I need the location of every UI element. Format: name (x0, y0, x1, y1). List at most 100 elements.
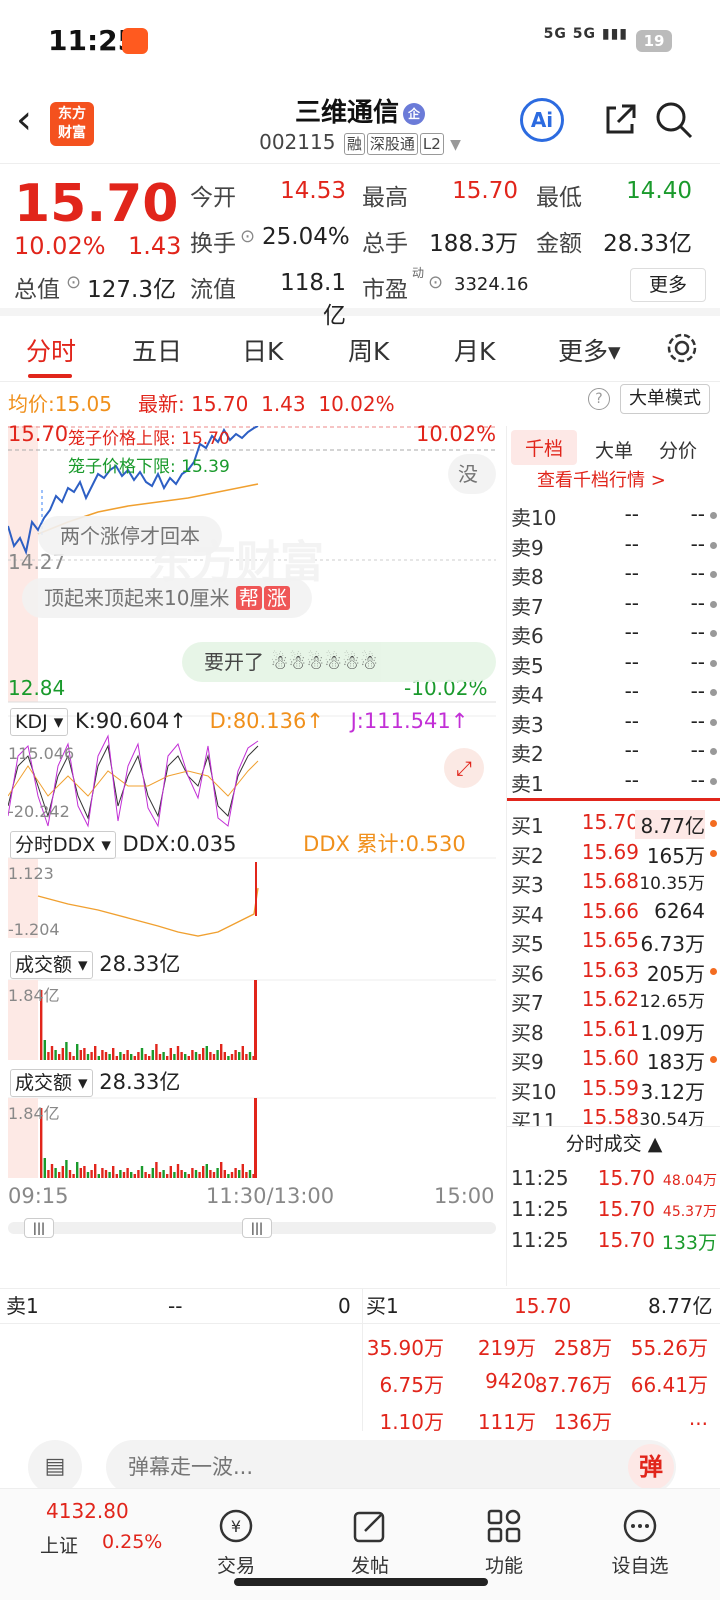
danmaku-input[interactable] (106, 1440, 676, 1494)
tab-monthly-k[interactable]: 月K (454, 332, 495, 368)
buy-level: 买10 (511, 1079, 557, 1104)
volume-bar (155, 1162, 158, 1178)
sell-row[interactable]: 卖10 -- -- (511, 502, 719, 532)
search-icon[interactable] (654, 100, 694, 140)
buy-row[interactable]: 买4 15.66 6264 (511, 899, 719, 929)
queue-volume: 35.90万 (366, 1336, 444, 1360)
volume-bar (162, 1170, 165, 1178)
info-icon[interactable]: ⊙ (66, 272, 81, 293)
chevron-down-icon[interactable]: ▼ (450, 137, 461, 153)
settings-gear-icon[interactable] (664, 330, 700, 366)
info-icon[interactable]: ⊙ (428, 272, 443, 293)
buy-row[interactable]: 买1 15.70 8.77亿 (511, 810, 719, 840)
tab-add-watchlist[interactable]: 设自选 (600, 1507, 680, 1578)
tab-price-dist[interactable]: 分价 (659, 436, 697, 463)
buy-row[interactable]: 买8 15.61 1.09万 (511, 1017, 719, 1047)
float-label: 流值 (190, 277, 236, 303)
more-button[interactable]: 更多 (630, 268, 706, 302)
sell-row[interactable]: 卖8 -- -- (511, 561, 719, 591)
buy-row[interactable]: 买7 15.62 12.65万 (511, 987, 719, 1017)
volume-value: 188.3万 (429, 231, 518, 257)
volume-bar (86, 1054, 90, 1060)
buy-row[interactable]: 买10 15.59 3.12万 (511, 1076, 719, 1106)
tab-more[interactable]: 更多▾ (558, 332, 621, 368)
danmaku-bubble[interactable]: 要开了 ☃☃☃☃☃☃ (182, 642, 496, 682)
sell-row[interactable]: 卖2 -- -- (511, 738, 719, 768)
tab-post[interactable]: 发帖 (330, 1507, 410, 1578)
volume-bar (169, 1048, 172, 1060)
tab-weekly-k[interactable]: 周K (348, 332, 389, 368)
volume-bar (50, 1046, 54, 1060)
volume-bar (97, 1056, 100, 1060)
buy-row[interactable]: 买5 15.65 6.73万 (511, 928, 719, 958)
low-value: 14.40 (626, 178, 692, 204)
big-order-mode-button[interactable]: 大单模式 (620, 384, 710, 414)
sell-volume: -- (690, 590, 705, 615)
queue-volume: 9420 (485, 1369, 536, 1393)
tab-intraday[interactable]: 分时 (26, 332, 76, 368)
volume-bar (184, 1172, 187, 1178)
tag-margin: 融 (343, 132, 365, 155)
buy-row[interactable]: 买2 15.69 165万 (511, 840, 719, 870)
expand-icon[interactable]: ⤢ (444, 748, 484, 788)
volume-bar (202, 1166, 205, 1178)
buy-volume: 8.77亿 (635, 810, 705, 839)
danmaku-bubble[interactable]: 两个涨停才回本 (38, 516, 222, 556)
ai-assistant-button[interactable]: Ai (520, 98, 564, 142)
sell-row[interactable]: 卖9 -- -- (511, 532, 719, 562)
tag-connect: 深股通 (366, 132, 418, 155)
kdj-selector[interactable]: KDJ ▾ (10, 708, 69, 736)
kdj-min: -20.242 (8, 802, 70, 821)
sell-row[interactable]: 卖5 -- -- (511, 650, 719, 680)
danmaku-toggle-icon[interactable]: ▤ (28, 1440, 82, 1494)
buy-row[interactable]: 买3 15.68 10.35万 (511, 869, 719, 899)
sell-row[interactable]: 卖7 -- -- (511, 591, 719, 621)
tab-five-day[interactable]: 五日 (132, 332, 182, 368)
scroll-handle-right[interactable]: ||| (242, 1218, 272, 1238)
queue-volume: ... (688, 1406, 708, 1430)
tab-functions[interactable]: 功能 (464, 1507, 544, 1578)
volume-bar (205, 1046, 208, 1060)
scroll-handle-left[interactable]: ||| (24, 1218, 54, 1238)
volume-bar (220, 1162, 223, 1178)
volume-bar (151, 1168, 154, 1178)
index-ticker[interactable]: 4132.80 上证 0.25% (40, 1499, 170, 1557)
volume-bar (241, 1046, 244, 1060)
buy-row[interactable]: 买9 15.60 183万 (511, 1046, 719, 1076)
volume-bar (234, 1050, 237, 1060)
tab-daily-k[interactable]: 日K (242, 332, 283, 368)
volume2-selector[interactable]: 成交额 ▾ (10, 1069, 93, 1097)
volume-bar (238, 1170, 241, 1178)
sell-row[interactable]: 卖3 -- -- (511, 709, 719, 739)
ddx-selector[interactable]: 分时DDX ▾ (10, 831, 116, 859)
danmaku-bubble[interactable]: 顶起来顶起来10厘米 帮涨 (22, 578, 312, 618)
limit-down-price: 12.84 (8, 676, 66, 700)
queue-volume: 6.75万 (379, 1373, 444, 1397)
tab-trade[interactable]: ¥ 交易 (196, 1507, 276, 1578)
sell-level: 卖7 (511, 594, 544, 619)
volume-bars-2 (40, 1098, 257, 1178)
help-icon[interactable]: ? (588, 388, 610, 410)
volume-bar (216, 1168, 219, 1178)
view-depth-link[interactable]: 查看千档行情 > (537, 466, 666, 492)
tab-depth[interactable]: 千档 (511, 430, 578, 465)
turnover-label: 换手 (190, 231, 236, 257)
ddx-cumulative-line (37, 887, 259, 937)
danmaku-bubble[interactable]: 没 (448, 454, 496, 494)
sell-row[interactable]: 卖4 -- -- (511, 679, 719, 709)
info-icon[interactable]: ⊙ (240, 226, 255, 247)
tab-big-order[interactable]: 大单 (595, 436, 633, 463)
intraday-chart[interactable]: 15.70 笼子价格上限: 15.70 10.02% 笼子价格下限: 15.39… (8, 422, 504, 1286)
volume-bar (212, 1054, 216, 1060)
buy-row[interactable]: 买6 15.63 205万 (511, 958, 719, 988)
more-dots-icon (623, 1509, 657, 1543)
trade-price: 15.70 (597, 1228, 655, 1252)
volume-selector[interactable]: 成交额 ▾ (10, 951, 93, 979)
sell-row[interactable]: 卖1 -- -- (511, 768, 719, 798)
sell-row[interactable]: 卖6 -- -- (511, 620, 719, 650)
buy-price: 15.59 (581, 1075, 639, 1100)
volume-bar (130, 1054, 133, 1060)
trades-header[interactable]: 分时成交 ▲ (507, 1126, 720, 1162)
danmaku-send-button[interactable]: 弹 (628, 1444, 674, 1490)
share-icon[interactable] (602, 102, 638, 138)
